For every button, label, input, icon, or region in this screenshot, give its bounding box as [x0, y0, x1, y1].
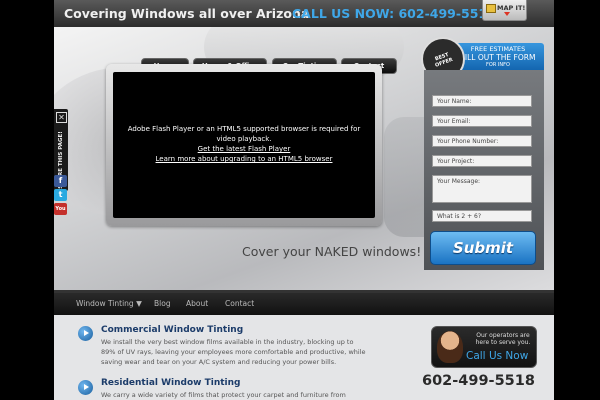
- service-title[interactable]: Commercial Window Tinting: [101, 325, 243, 335]
- estimates-line-2: FILL OUT THE FORM: [460, 53, 536, 62]
- free-estimates-banner: FREE ESTIMATES FILL OUT THE FORM FOR INF…: [452, 43, 544, 70]
- video-player[interactable]: Adobe Flash Player or an HTML5 supported…: [113, 72, 375, 218]
- call-us-phone[interactable]: CALL US NOW: 602-499-5518: [292, 6, 496, 21]
- call-us-now-link[interactable]: Call Us Now: [466, 350, 528, 362]
- map-icon: [486, 4, 496, 13]
- badge-text: BEST OFFER: [434, 51, 454, 69]
- menu-blog[interactable]: Blog: [154, 299, 171, 308]
- twitter-icon[interactable]: t: [54, 189, 67, 201]
- flash-message: Adobe Flash Player or an HTML5 supported…: [119, 124, 369, 164]
- page: Covering Windows all over Arizona CALL U…: [54, 0, 554, 400]
- play-arrow-icon: [78, 326, 93, 341]
- tagline: Cover your NAKED windows!: [242, 244, 422, 259]
- service-description: We install the very best window films av…: [101, 338, 366, 366]
- captcha-field[interactable]: What is 2 + 6?: [432, 210, 532, 222]
- facebook-icon[interactable]: f: [54, 175, 67, 187]
- play-arrow-icon: [78, 380, 93, 395]
- hero-banner: Home Home & Office Car Tinting Contact ✕…: [54, 27, 554, 290]
- estimate-form: Your Name: Your Email: Your Phone Number…: [424, 70, 544, 270]
- flash-required-text: Adobe Flash Player or an HTML5 supported…: [127, 125, 361, 143]
- phone-field[interactable]: Your Phone Number:: [432, 135, 532, 147]
- estimates-line-1: FREE ESTIMATES: [470, 45, 526, 53]
- close-icon[interactable]: ✕: [56, 112, 67, 123]
- site-title: Covering Windows all over Arizona: [64, 6, 310, 21]
- email-field[interactable]: Your Email:: [432, 115, 532, 127]
- phone-number[interactable]: 602-499-5518: [422, 373, 535, 389]
- menu-about[interactable]: About: [186, 299, 208, 308]
- message-field[interactable]: Your Message:: [432, 175, 532, 203]
- service-description: We carry a wide variety of films that pr…: [101, 391, 346, 399]
- html5-upgrade-link[interactable]: Learn more about upgrading to an HTML5 b…: [119, 154, 369, 164]
- map-it-label: MAP IT!: [497, 4, 526, 12]
- operators-text: Our operators are here to serve you.: [475, 332, 531, 346]
- estimates-line-3: FOR INFO: [486, 62, 510, 68]
- service-title[interactable]: Residential Window Tinting: [101, 378, 240, 388]
- operator-avatar: [437, 331, 463, 363]
- youtube-icon[interactable]: You: [54, 203, 67, 215]
- video-frame: Adobe Flash Player or an HTML5 supported…: [106, 64, 382, 226]
- project-field[interactable]: Your Project:: [432, 155, 532, 167]
- map-it-button[interactable]: MAP IT!: [482, 0, 527, 21]
- secondary-menu: Window Tinting ▼ Blog About Contact: [54, 290, 554, 315]
- name-field[interactable]: Your Name:: [432, 95, 532, 107]
- menu-window-tinting[interactable]: Window Tinting ▼: [76, 299, 142, 308]
- top-header: Covering Windows all over Arizona CALL U…: [54, 0, 554, 27]
- operators-callout[interactable]: Our operators are here to serve you. Cal…: [431, 326, 537, 368]
- menu-contact[interactable]: Contact: [225, 299, 254, 308]
- flash-player-link[interactable]: Get the latest Flash Player: [119, 144, 369, 154]
- submit-button[interactable]: Submit: [430, 231, 536, 265]
- chevron-down-icon: [504, 12, 510, 16]
